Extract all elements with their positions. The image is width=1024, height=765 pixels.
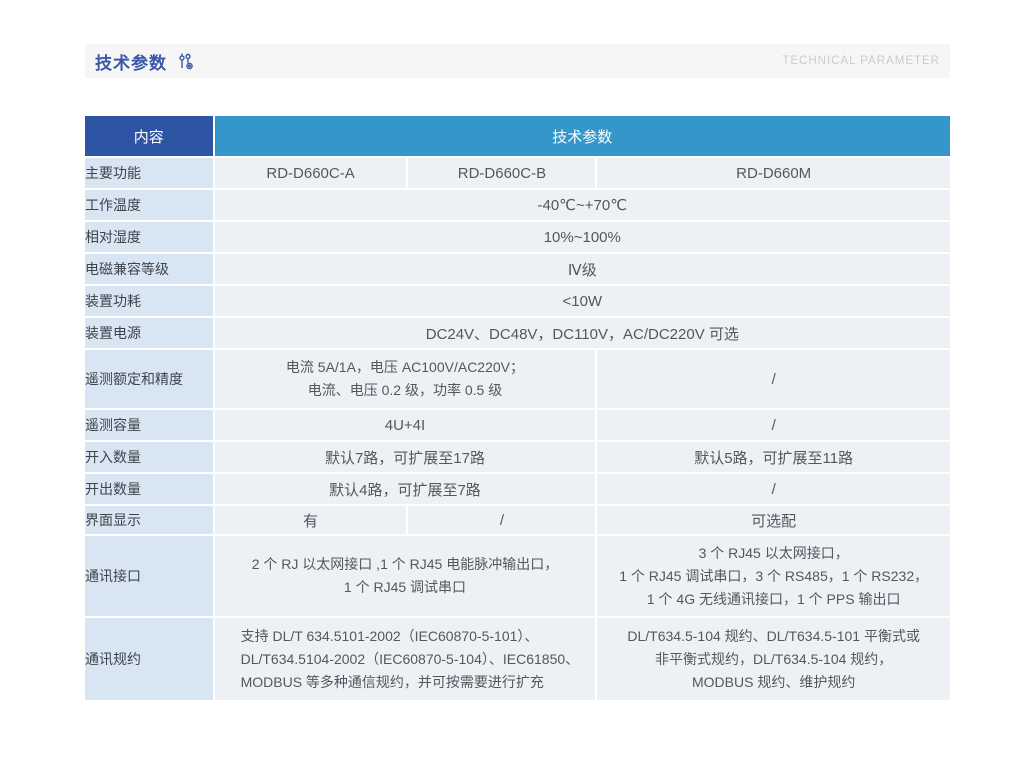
row-comm-protocol: 通讯规约 支持 DL/T 634.5101-2002（IEC60870-5-10… <box>85 618 950 700</box>
row-label-emc: 电磁兼容等级 <box>85 254 213 284</box>
cell-work-temp-value: -40℃~+70℃ <box>215 190 950 220</box>
section-titlebar: 技术参数 TECHNICAL PARAMETER <box>85 44 950 78</box>
comm-interface-left-line1: 2 个 RJ 以太网接口 ,1 个 RJ45 电能脉冲输出口， <box>215 553 596 576</box>
cell-comm-interface-right: 3 个 RJ45 以太网接口， 1 个 RJ45 调试串口，3 个 RS485，… <box>597 536 950 616</box>
row-label-di-count: 开入数量 <box>85 442 213 472</box>
page-subtitle-en: TECHNICAL PARAMETER <box>782 55 940 67</box>
cell-display-a: 有 <box>215 506 407 534</box>
comm-interface-left-line2: 1 个 RJ45 调试串口 <box>215 576 596 599</box>
row-label-comm-protocol: 通讯规约 <box>85 618 213 700</box>
cell-display-m: 可选配 <box>597 506 950 534</box>
telemetry-rating-line1: 电流 5A/1A，电压 AC100V/AC220V； <box>215 356 596 379</box>
row-main-function: 主要功能 RD-D660C-A RD-D660C-B RD-D660M <box>85 158 950 188</box>
row-label-comm-interface: 通讯接口 <box>85 536 213 616</box>
cell-comm-protocol-right: DL/T634.5-104 规约、DL/T634.5-101 平衡式或 非平衡式… <box>597 618 950 700</box>
comm-protocol-right-line3: MODBUS 规约、维护规约 <box>597 671 950 694</box>
row-label-telemetry-rating: 遥测额定和精度 <box>85 350 213 408</box>
cell-comm-interface-left: 2 个 RJ 以太网接口 ,1 个 RJ45 电能脉冲输出口， 1 个 RJ45… <box>215 536 596 616</box>
comm-interface-right-line3: 1 个 4G 无线通讯接口，1 个 PPS 输出口 <box>597 588 950 611</box>
row-label-display: 界面显示 <box>85 506 213 534</box>
tech-params-table: 内容 技术参数 主要功能 RD-D660C-A RD-D660C-B RD-D6… <box>83 114 952 702</box>
row-label-do-count: 开出数量 <box>85 474 213 504</box>
row-label-power-supply: 装置电源 <box>85 318 213 348</box>
row-label-work-temp: 工作温度 <box>85 190 213 220</box>
cell-power-supply-value: DC24V、DC48V，DC110V，AC/DC220V 可选 <box>215 318 950 348</box>
cell-telemetry-rating-right: / <box>597 350 950 408</box>
comm-protocol-right-line1: DL/T634.5-104 规约、DL/T634.5-101 平衡式或 <box>597 625 950 648</box>
row-label-humidity: 相对湿度 <box>85 222 213 252</box>
telemetry-rating-line2: 电流、电压 0.2 级，功率 0.5 级 <box>215 379 596 402</box>
row-di-count: 开入数量 默认7路，可扩展至17路 默认5路，可扩展至11路 <box>85 442 950 472</box>
cell-comm-protocol-left: 支持 DL/T 634.5101-2002（IEC60870-5-101）、 D… <box>215 618 596 700</box>
sliders-icon <box>177 52 195 70</box>
table-header-row: 内容 技术参数 <box>85 116 950 156</box>
cell-model-a: RD-D660C-A <box>215 158 407 188</box>
comm-protocol-left-line2: DL/T634.5104-2002（IEC60870-5-104）、IEC618… <box>241 648 596 671</box>
row-label-power-consumption: 装置功耗 <box>85 286 213 316</box>
row-telemetry-capacity: 遥测容量 4U+4I / <box>85 410 950 440</box>
header-cell-params: 技术参数 <box>215 116 950 156</box>
comm-protocol-right-line2: 非平衡式规约，DL/T634.5-104 规约， <box>597 648 950 671</box>
row-label-telemetry-capacity: 遥测容量 <box>85 410 213 440</box>
row-display: 界面显示 有 / 可选配 <box>85 506 950 534</box>
row-humidity: 相对湿度 10%~100% <box>85 222 950 252</box>
cell-display-b: / <box>408 506 595 534</box>
comm-interface-right-line1: 3 个 RJ45 以太网接口， <box>597 542 950 565</box>
row-work-temp: 工作温度 -40℃~+70℃ <box>85 190 950 220</box>
row-emc: 电磁兼容等级 Ⅳ级 <box>85 254 950 284</box>
cell-telemetry-capacity-right: / <box>597 410 950 440</box>
comm-interface-right-line2: 1 个 RJ45 调试串口，3 个 RS485，1 个 RS232， <box>597 565 950 588</box>
cell-di-count-left: 默认7路，可扩展至17路 <box>215 442 596 472</box>
row-do-count: 开出数量 默认4路，可扩展至7路 / <box>85 474 950 504</box>
comm-protocol-left-line1: 支持 DL/T 634.5101-2002（IEC60870-5-101）、 <box>241 625 596 648</box>
cell-power-consumption-value: <10W <box>215 286 950 316</box>
comm-protocol-left-line3: MODBUS 等多种通信规约，并可按需要进行扩充 <box>241 671 596 694</box>
cell-model-m: RD-D660M <box>597 158 950 188</box>
cell-do-count-right: / <box>597 474 950 504</box>
cell-model-b: RD-D660C-B <box>408 158 595 188</box>
page: 技术参数 TECHNICAL PARAMETER <box>0 0 1024 765</box>
cell-telemetry-capacity-left: 4U+4I <box>215 410 596 440</box>
cell-humidity-value: 10%~100% <box>215 222 950 252</box>
row-power-consumption: 装置功耗 <10W <box>85 286 950 316</box>
row-comm-interface: 通讯接口 2 个 RJ 以太网接口 ,1 个 RJ45 电能脉冲输出口， 1 个… <box>85 536 950 616</box>
cell-do-count-left: 默认4路，可扩展至7路 <box>215 474 596 504</box>
cell-emc-value: Ⅳ级 <box>215 254 950 284</box>
row-telemetry-rating: 遥测额定和精度 电流 5A/1A，电压 AC100V/AC220V； 电流、电压… <box>85 350 950 408</box>
cell-telemetry-rating-left: 电流 5A/1A，电压 AC100V/AC220V； 电流、电压 0.2 级，功… <box>215 350 596 408</box>
page-title: 技术参数 <box>95 49 167 74</box>
row-power-supply: 装置电源 DC24V、DC48V，DC110V，AC/DC220V 可选 <box>85 318 950 348</box>
header-cell-content: 内容 <box>85 116 213 156</box>
cell-di-count-right: 默认5路，可扩展至11路 <box>597 442 950 472</box>
row-label-main-function: 主要功能 <box>85 158 213 188</box>
